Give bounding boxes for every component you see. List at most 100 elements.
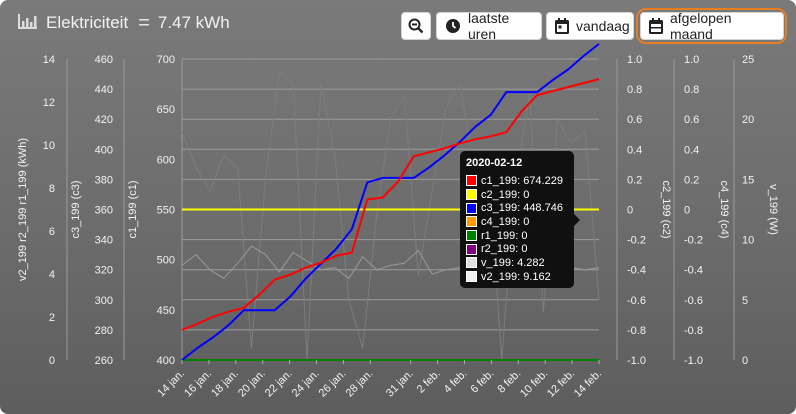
y-tick-label-y5: -0.2	[684, 235, 703, 247]
x-tick-label: 14 jan.	[155, 368, 187, 400]
y-tick-label-y4: 0.8	[627, 84, 642, 96]
y-tick-label-y5: 1.0	[684, 54, 699, 66]
tooltip-row-c4_199: c4_199: 0	[466, 215, 568, 229]
tooltip-value: c3_199: 448.746	[481, 202, 563, 215]
y-tick-label-y6: 20	[742, 114, 754, 126]
tooltip-row-c2_199: c2_199: 0	[466, 188, 568, 202]
y-tick-label-y3: 550	[157, 205, 175, 217]
y-tick-label-y4: -1.0	[627, 355, 646, 367]
y-axis-title-y1: v2_199 r2_199 r1_199 (kWh)	[17, 138, 29, 281]
y-tick-label-y1: 12	[43, 97, 55, 109]
y-tick-label-y6: 5	[742, 295, 748, 307]
y-tick-label-y2: 260	[95, 355, 113, 367]
y-tick-label-y3: 400	[157, 355, 175, 367]
y-axis-title-y6: v_199 (W)	[767, 184, 779, 235]
y-tick-label-y2: 380	[95, 174, 113, 186]
y-tick-label-y4: -0.8	[627, 325, 646, 337]
y-tick-label-y5: -0.6	[684, 295, 703, 307]
y-tick-label-y4: -0.4	[627, 265, 646, 277]
tooltip-value: r1_199: 0	[481, 229, 528, 242]
y-tick-label-y1: 0	[49, 355, 55, 367]
tooltip-value: r2_199: 0	[481, 243, 528, 256]
y-axis-title-y2: c3_199 (c3)	[70, 180, 82, 238]
y-tick-label-y2: 360	[95, 205, 113, 217]
y-tick-label-y1: 6	[49, 226, 55, 238]
tooltip-row-c3_199: c3_199: 448.746	[466, 201, 568, 215]
tooltip-row-r2_199: r2_199: 0	[466, 242, 568, 256]
y-tick-label-y4: -0.6	[627, 295, 646, 307]
tooltip-date: 2020-02-12	[466, 157, 523, 169]
x-tick-label: 16 jan.	[182, 368, 214, 400]
y-tick-label-y3: 650	[157, 104, 175, 116]
y-axis-title-y3: c1_199 (c1)	[127, 180, 139, 238]
chart-tooltip: 2020-02-12 c1_199: 674.229 c2_199: 0 c3_19…	[460, 151, 574, 288]
chart-card: Elektriciteit = 7.47 kWh laatste uren va…	[0, 0, 796, 414]
x-tick-label: 4 feb.	[442, 368, 470, 396]
y-tick-label-y1: 4	[49, 269, 55, 281]
y-tick-label-y4: 0.4	[627, 144, 642, 156]
x-tick-label: 20 jan.	[236, 368, 268, 400]
tooltip-value: c2_199: 0	[481, 188, 530, 201]
tooltip-swatch	[466, 216, 477, 228]
y-tick-label-y5: 0.8	[684, 84, 699, 96]
y-tick-label-y2: 340	[95, 235, 113, 247]
y-tick-label-y1: 10	[43, 140, 55, 152]
y-tick-label-y1: 14	[43, 54, 55, 66]
tooltip-value: v_199: 4.282	[481, 256, 545, 269]
y-tick-label-y5: -0.4	[684, 265, 703, 277]
y-tick-label-y3: 700	[157, 54, 175, 66]
y-tick-label-y2: 440	[95, 84, 113, 96]
y-tick-label-y4: 1.0	[627, 54, 642, 66]
y-tick-label-y3: 500	[157, 255, 175, 267]
y-tick-label-y5: 0.4	[684, 144, 699, 156]
tooltip-swatch	[466, 257, 477, 269]
tooltip-row-v_199: v_199: 4.282	[466, 256, 568, 270]
x-tick-label: 26 jan.	[317, 368, 349, 400]
y-tick-label-y4: 0.6	[627, 114, 642, 126]
x-tick-label: 28 jan.	[344, 368, 376, 400]
x-tick-label: 24 jan.	[290, 368, 322, 400]
tooltip-row-c1_199: c1_199: 674.229	[466, 174, 568, 188]
tooltip-swatch	[466, 243, 477, 255]
tooltip-swatch	[466, 202, 477, 214]
y-tick-label-y4: 0.2	[627, 174, 642, 186]
x-tick-label: 2 feb.	[415, 368, 443, 396]
y-tick-label-y1: 8	[49, 183, 55, 195]
y-tick-label-y5: 0.2	[684, 174, 699, 186]
y-tick-label-y3: 600	[157, 154, 175, 166]
y-tick-label-y6: 0	[742, 355, 748, 367]
line-chart[interactable]: 0 2 4 6 8 10 12 14 v2_199 r2_199 r1_199 (kWh) 260…	[0, 0, 796, 414]
y-tick-label-y2: 280	[95, 325, 113, 337]
y-tick-label-y6: 25	[742, 54, 754, 66]
y-tick-label-y2: 400	[95, 144, 113, 156]
tooltip-row-v2_199: v2_199: 9.162	[466, 270, 568, 284]
y-tick-label-y5: -1.0	[684, 355, 703, 367]
x-tick-label: 22 jan.	[263, 368, 295, 400]
y-tick-label-y2: 420	[95, 114, 113, 126]
y-tick-label-y3: 450	[157, 305, 175, 317]
y-tick-label-y5: 0.6	[684, 114, 699, 126]
tooltip-row-r1_199: r1_199: 0	[466, 229, 568, 243]
tooltip-arrow	[574, 214, 580, 226]
tooltip-swatch	[466, 230, 477, 242]
x-tick-label: 12 feb.	[545, 368, 577, 400]
y-tick-label-y4: -0.2	[627, 235, 646, 247]
y-tick-label-y2: 320	[95, 265, 113, 277]
y-tick-label-y2: 300	[95, 295, 113, 307]
y-tick-label-y5: 0	[684, 205, 690, 217]
x-tick-label: 18 jan.	[209, 368, 241, 400]
x-tick-label: 6 feb.	[469, 368, 497, 396]
y-tick-label-y4: 0	[627, 205, 633, 217]
tooltip-value: c1_199: 674.229	[481, 174, 563, 187]
y-tick-label-y6: 15	[742, 174, 754, 186]
tooltip-swatch	[466, 189, 477, 201]
x-tick-label: 10 feb.	[518, 368, 550, 400]
tooltip-swatch	[466, 271, 477, 283]
y-tick-label-y6: 10	[742, 235, 754, 247]
y-tick-label-y2: 460	[95, 54, 113, 66]
tooltip-value: c4_199: 0	[481, 215, 530, 228]
y-axis-title-y5: c4_199 (c4)	[718, 180, 730, 238]
x-tick-label: 14 feb.	[572, 368, 604, 400]
y-tick-label-y1: 2	[49, 312, 55, 324]
y-tick-label-y5: -0.8	[684, 325, 703, 337]
